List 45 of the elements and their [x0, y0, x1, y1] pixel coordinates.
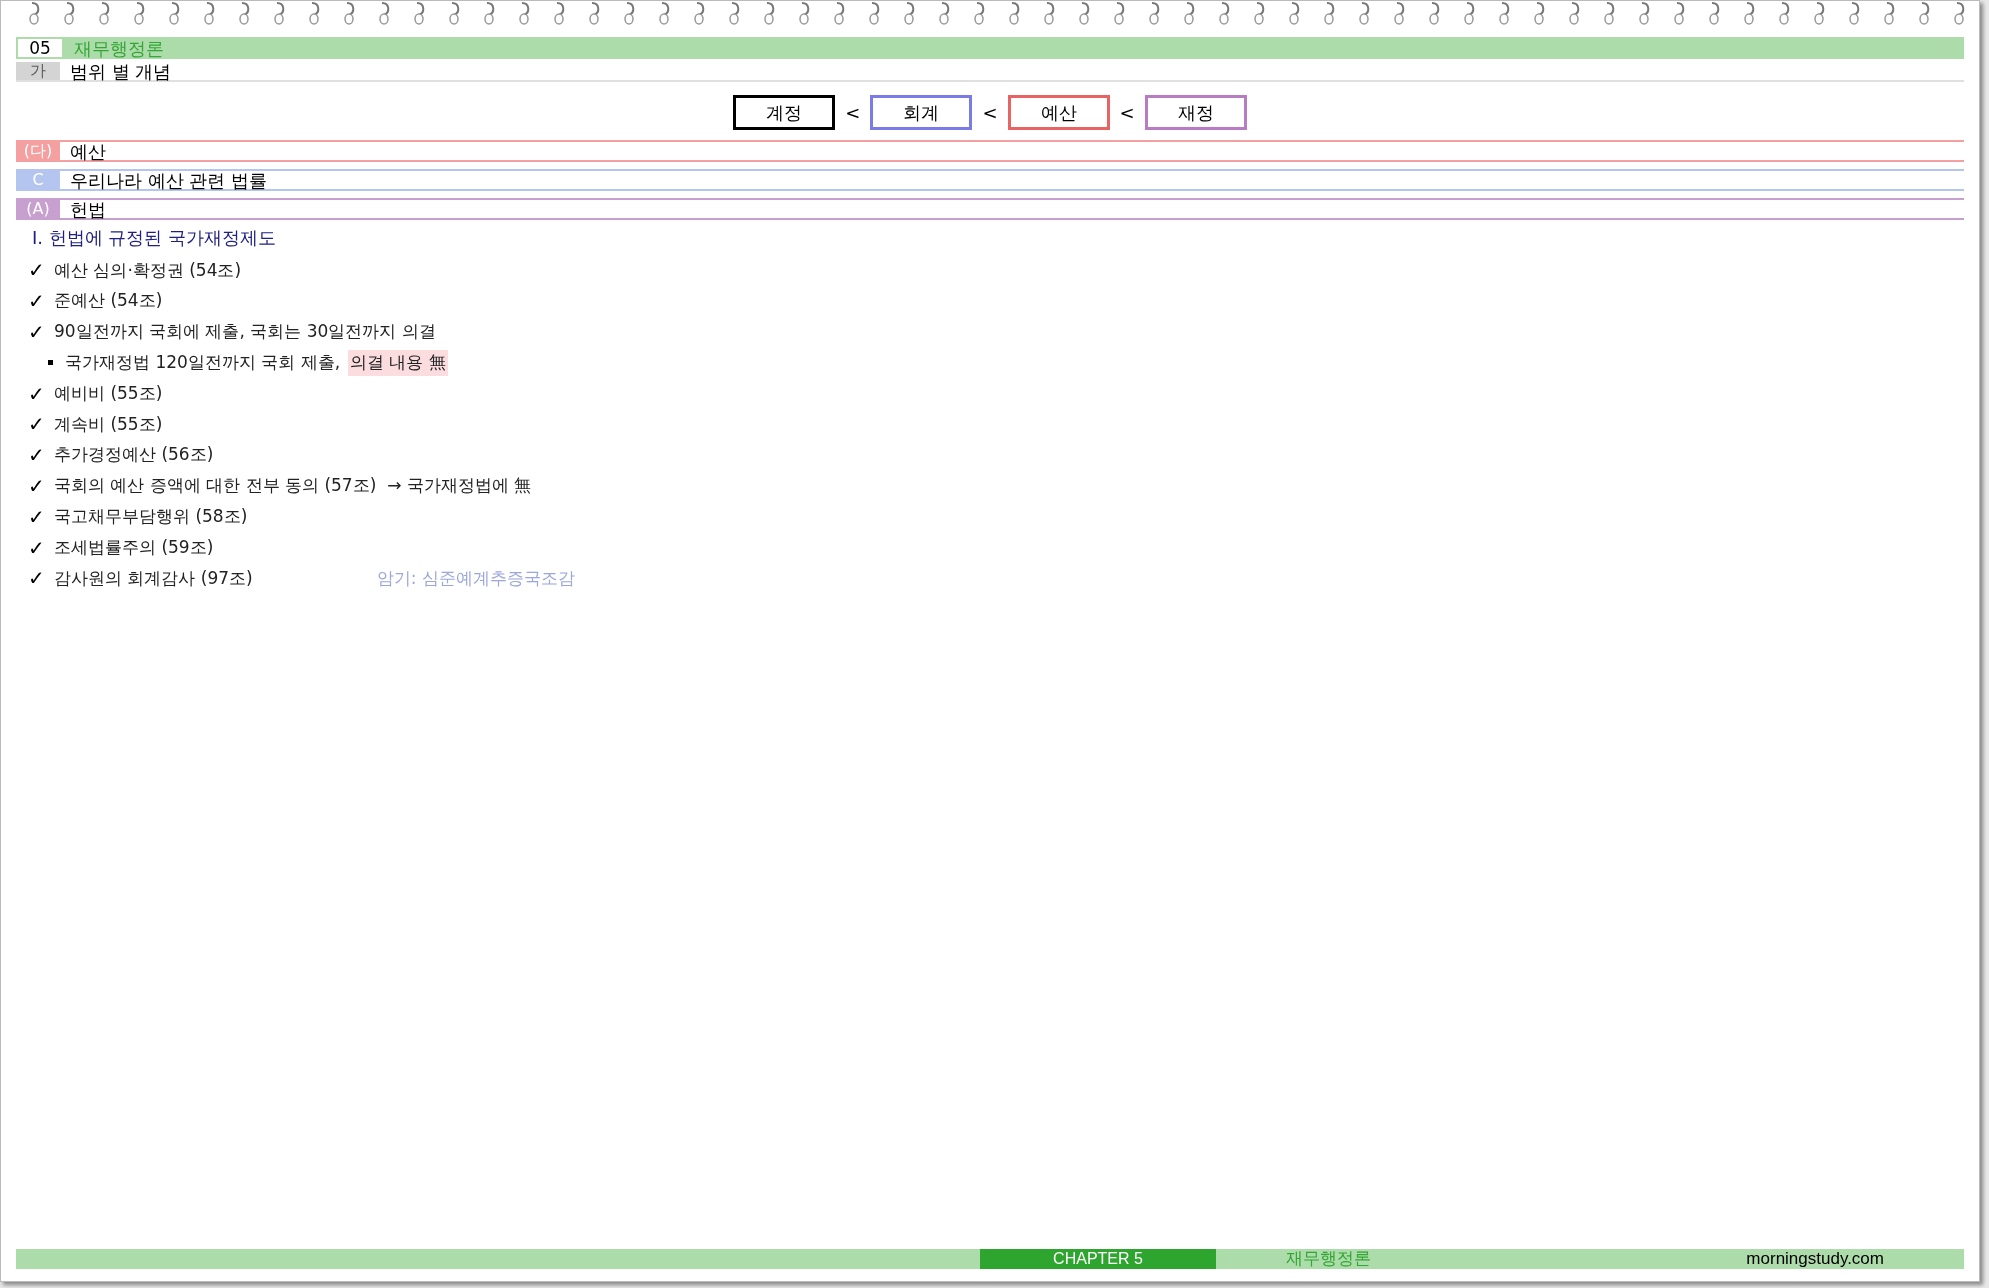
less-than-sign: < — [845, 100, 861, 125]
chapter-number: 05 — [18, 39, 62, 57]
list-item-text: 국가재정법 120일전까지 국회 제출, — [65, 351, 341, 375]
check-mark: ✓ — [28, 257, 46, 285]
list-item-text: 감사원의 회계감사 (97조) — [54, 566, 253, 590]
list-item-text: 예비비 (55조) — [54, 381, 163, 405]
concept-box: 계정 — [733, 94, 836, 130]
topic-marker: 가 — [16, 62, 60, 80]
section-title: 헌법 — [70, 197, 106, 222]
check-mark: ✓ — [28, 411, 46, 439]
section-marker: C — [16, 170, 60, 190]
check-mark: ✓ — [28, 503, 46, 531]
list-item-text: 조세법률주의 (59조) — [54, 535, 214, 559]
section-marker: (A) — [16, 199, 60, 219]
check-mark: ✓ — [28, 319, 46, 346]
check-mark: ✓ — [28, 288, 46, 316]
section-title: 우리나라 예산 관련 법률 — [70, 168, 268, 193]
bullet-icon — [48, 360, 53, 366]
numbered-heading: Ⅰ. 헌법에 규정된 국가재정제도 — [32, 226, 278, 250]
check-mark: ✓ — [28, 380, 46, 408]
concept-box: 예산 — [1007, 94, 1110, 130]
list-item-text: 국고채무부담행위 (58조) — [54, 505, 248, 528]
footer-site: morningstudy.com — [1746, 1248, 1884, 1271]
footer-chapter: CHAPTER 5 — [980, 1249, 1216, 1269]
list-item-text: 준예산 (54조) — [54, 289, 163, 313]
footer-subject: 재무행정론 — [1286, 1247, 1371, 1271]
list-item-text: 계속비 (55조) — [54, 412, 163, 436]
topic-title: 범위 별 개념 — [70, 59, 172, 84]
mnemonic-note: 암기: 심준예계추증국조감 — [376, 566, 575, 590]
less-than-sign: < — [982, 100, 998, 125]
list-item-text: 예산 심의·확정권 (54조) — [54, 258, 242, 282]
check-mark: ✓ — [28, 442, 46, 470]
section-marker: (다) — [16, 141, 60, 161]
check-mark: ✓ — [28, 534, 46, 562]
concept-box: 재정 — [1144, 94, 1247, 130]
chapter-title: 재무행정론 — [74, 36, 164, 61]
concept-box: 회계 — [870, 94, 973, 130]
section-title: 예산 — [70, 139, 106, 164]
less-than-sign: < — [1119, 100, 1135, 125]
check-mark: ✓ — [28, 565, 46, 593]
highlighted-text: 의결 내용 無 — [348, 350, 448, 376]
list-item-text: 90일전까지 국회에 제출, 국회는 30일전까지 의결 — [54, 320, 436, 344]
list-item-text: 국회의 예산 증액에 대한 전부 동의 (57조) → 국가재정법에 無 — [54, 474, 532, 498]
list-item-text: 추가경정예산 (56조) — [54, 443, 214, 467]
check-mark: ✓ — [28, 472, 46, 500]
